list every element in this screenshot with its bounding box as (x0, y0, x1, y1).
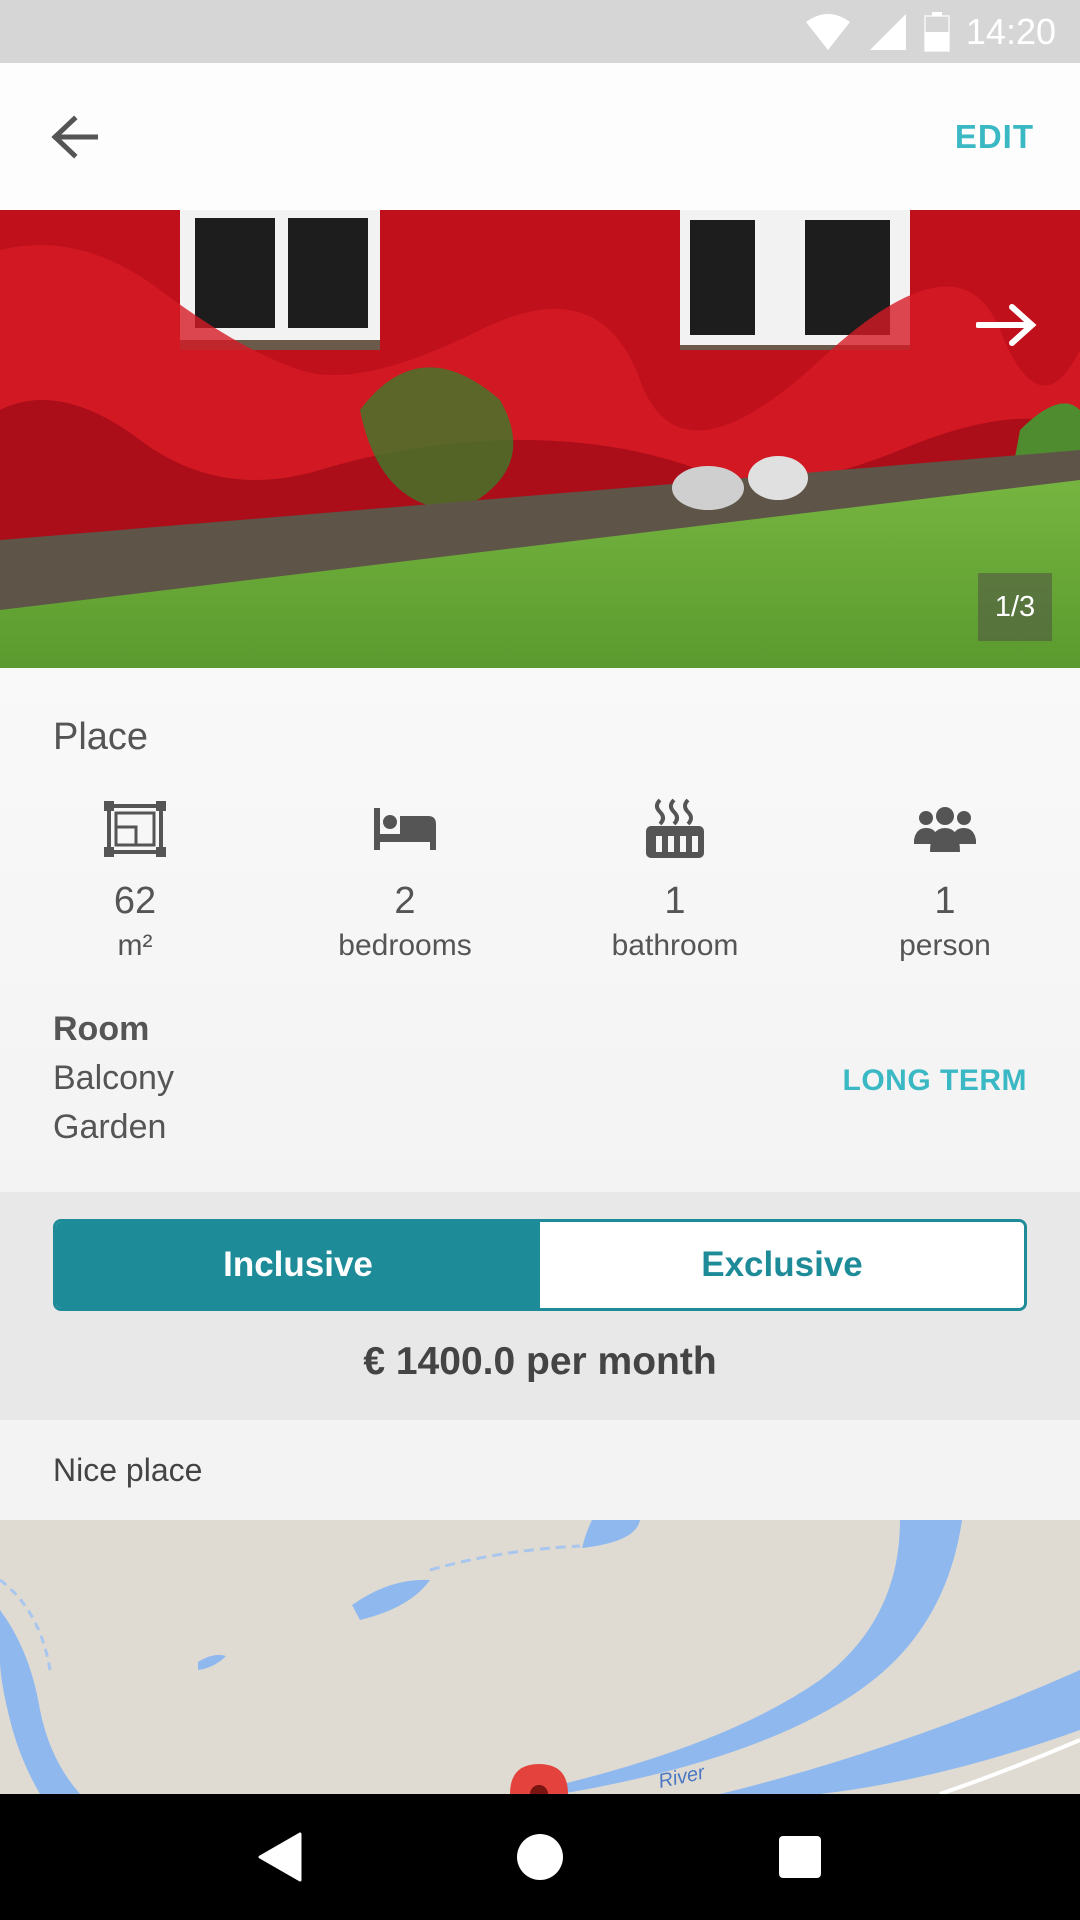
property-photo (0, 210, 1080, 668)
arrow-forward-icon (976, 304, 1037, 346)
feature-unit: person (899, 929, 991, 962)
app-bar: EDIT (0, 63, 1080, 210)
wifi-icon (805, 13, 850, 50)
price-text: € 1400.0 per month (363, 1340, 717, 1383)
room-label: Room (53, 1010, 150, 1048)
feature-value: 2 (394, 880, 416, 922)
feature-list: 62 m² 2 bedrooms 1 bathroom 1 person (0, 794, 1080, 963)
rental-type-label: LONG TERM (842, 1064, 1027, 1097)
inclusive-option[interactable]: Inclusive (56, 1222, 540, 1308)
bathtub-icon (646, 798, 704, 858)
status-time: 14:20 (965, 10, 1056, 52)
pricing-section: Inclusive Exclusive € 1400.0 per month (0, 1192, 1080, 1420)
arrow-back-icon (51, 114, 98, 159)
exclusive-option[interactable]: Exclusive (540, 1222, 1024, 1308)
photo-gallery[interactable]: 1/3 (0, 210, 1080, 668)
feature-persons: 1 person (810, 794, 1080, 963)
feature-unit: bathroom (611, 929, 739, 962)
next-photo-button[interactable] (972, 290, 1042, 360)
triangle-back-icon (258, 1832, 302, 1882)
description: Nice place (0, 1420, 1080, 1520)
feature-bathroom: 1 bathroom (540, 794, 810, 963)
room-item: Garden (53, 1108, 167, 1146)
status-bar: 14:20 (0, 0, 1080, 63)
nav-back-button[interactable] (240, 1817, 320, 1897)
edit-button[interactable]: EDIT (955, 118, 1034, 156)
feature-unit: bedrooms (338, 929, 472, 962)
room-item: Balcony (53, 1059, 174, 1097)
feature-bedrooms: 2 bedrooms (270, 794, 540, 963)
battery-icon (923, 11, 950, 52)
feature-area: 62 m² (0, 794, 270, 963)
photo-counter: 1/3 (978, 573, 1052, 641)
feature-value: 1 (934, 880, 956, 922)
place-details: Place 62 m² 2 bedrooms 1 bathroom 1 pers… (0, 668, 1080, 1192)
feature-unit: m² (117, 929, 153, 962)
map-image: River (0, 1520, 1080, 1794)
system-nav-bar (0, 1794, 1080, 1920)
square-recents-icon (779, 1836, 821, 1878)
signal-icon (869, 13, 906, 50)
map-view[interactable]: River (0, 1520, 1080, 1794)
floor-plan-icon (104, 801, 166, 857)
feature-value: 62 (113, 880, 157, 922)
price-mode-toggle: Inclusive Exclusive (53, 1219, 1027, 1311)
nav-home-button[interactable] (500, 1817, 580, 1897)
back-button[interactable] (46, 109, 102, 165)
section-title: Place (53, 716, 149, 758)
people-icon (914, 807, 976, 852)
bed-icon (374, 808, 436, 850)
circle-home-icon (517, 1834, 563, 1880)
feature-value: 1 (664, 880, 686, 922)
nav-recents-button[interactable] (760, 1817, 840, 1897)
